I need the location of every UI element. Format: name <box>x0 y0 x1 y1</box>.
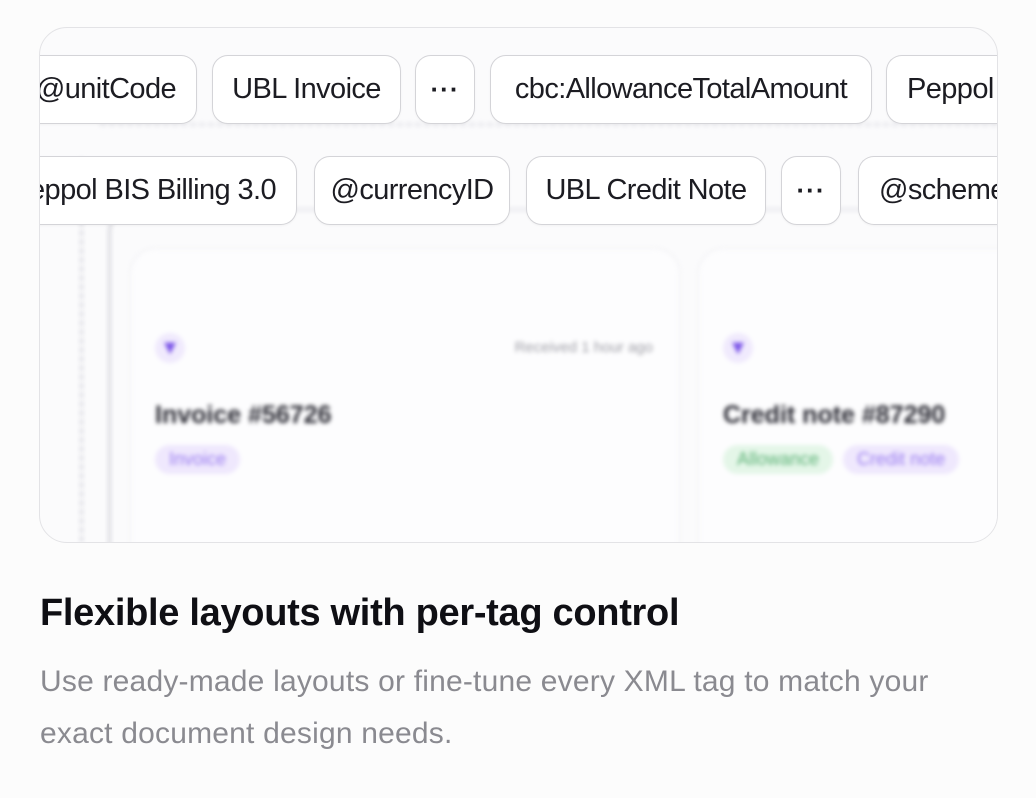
more-tags-button[interactable]: ··· <box>415 55 475 124</box>
tag-chip[interactable]: Peppol <box>886 55 997 124</box>
tag-chip[interactable]: UBL Credit Note <box>526 156 766 225</box>
feature-heading: Flexible layouts with per-tag control <box>40 592 680 634</box>
tag-pill: Invoice <box>155 445 241 474</box>
tag-chip[interactable]: @scheme <box>858 156 997 225</box>
tag-chip[interactable]: @unitCode <box>40 55 197 124</box>
document-card-credit-note: ▼ Credit note #87290 Allowance Credit no… <box>698 248 997 542</box>
tag-chip-row-2: eppol BIS Billing 3.0 @currencyID UBL Cr… <box>40 156 997 226</box>
filter-icon: ▼ <box>155 333 185 363</box>
document-tags: Invoice <box>155 445 241 474</box>
preview-frame: ▼ Received 1 hour ago Invoice #56726 Inv… <box>39 27 998 543</box>
tag-chip[interactable]: cbc:AllowanceTotalAmount <box>490 55 872 124</box>
document-tags: Allowance Credit note <box>723 445 960 474</box>
tag-chip[interactable]: eppol BIS Billing 3.0 <box>40 156 297 225</box>
document-card-invoice: ▼ Received 1 hour ago Invoice #56726 Inv… <box>130 248 680 542</box>
more-tags-button[interactable]: ··· <box>781 156 841 225</box>
tag-pill: Allowance <box>723 445 834 474</box>
document-title: Credit note #87290 <box>723 401 946 429</box>
feature-description: Use ready-made layouts or fine-tune ever… <box>40 665 929 750</box>
filter-icon: ▼ <box>723 333 753 363</box>
tag-pill: Credit note <box>843 445 960 474</box>
tag-chip[interactable]: UBL Invoice <box>212 55 401 124</box>
tag-chip[interactable]: @currencyID <box>314 156 510 225</box>
document-title: Invoice #56726 <box>155 401 332 429</box>
received-time: Received 1 hour ago <box>514 339 653 356</box>
tag-chip-row-1: @unitCode UBL Invoice ··· cbc:AllowanceT… <box>40 55 997 125</box>
